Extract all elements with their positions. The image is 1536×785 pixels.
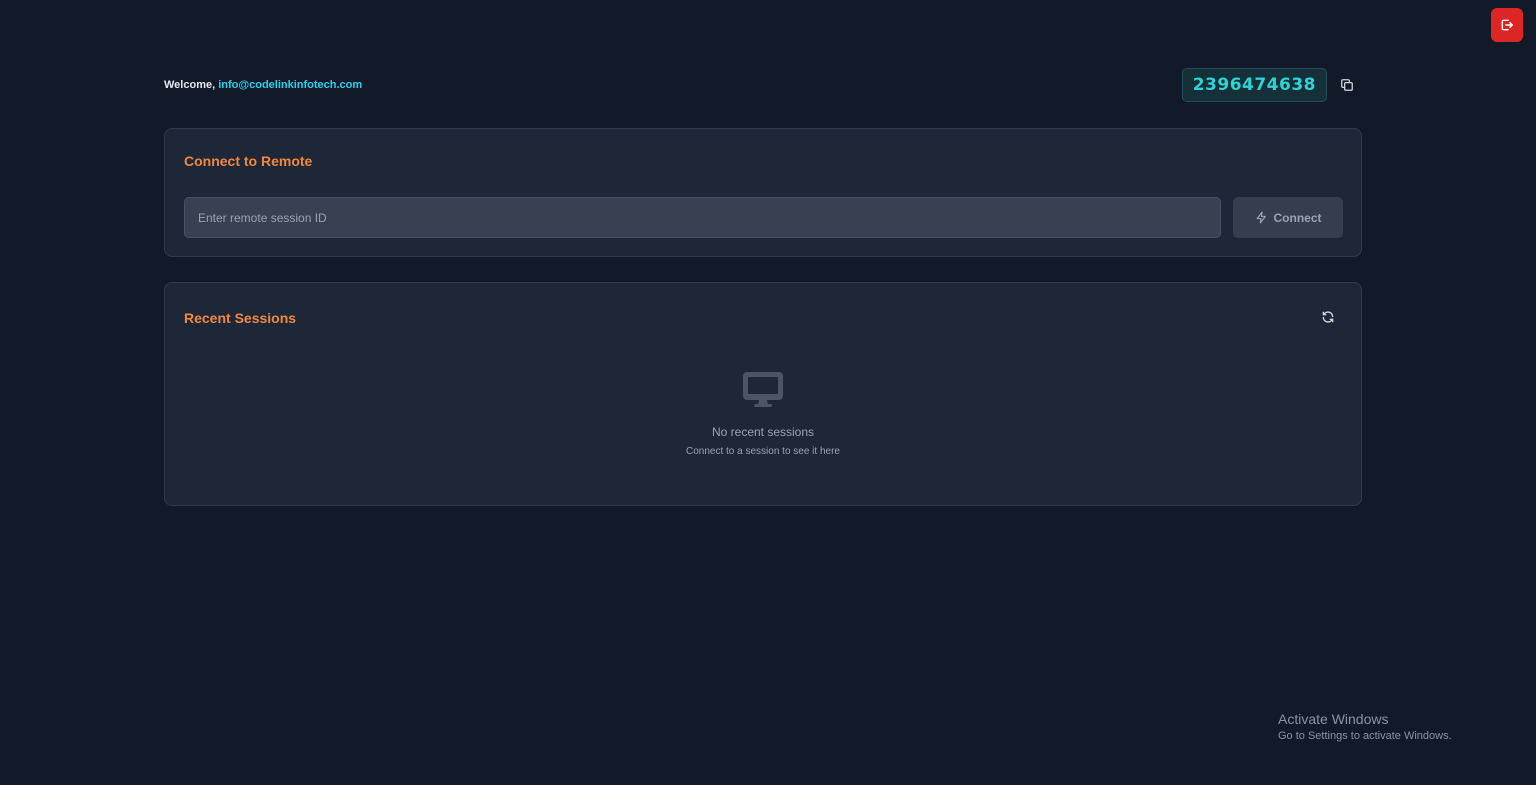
welcome-prefix: Welcome, <box>164 79 216 91</box>
copy-icon <box>1341 79 1353 91</box>
empty-state: No recent sessions Connect to a session … <box>165 371 1361 457</box>
connect-button[interactable]: Connect <box>1233 197 1343 238</box>
session-id-group: 2396474638 <box>1181 68 1362 102</box>
logout-button[interactable] <box>1491 8 1523 42</box>
monitor-icon <box>743 372 783 407</box>
copy-id-button[interactable] <box>1339 77 1355 93</box>
refresh-icon <box>1322 311 1334 323</box>
refresh-button[interactable] <box>1320 309 1336 325</box>
windows-activation-watermark: Activate Windows Go to Settings to activ… <box>1278 711 1452 742</box>
lightning-icon <box>1256 211 1266 224</box>
recent-sessions-card: Recent Sessions No recent sessions Conne… <box>164 282 1362 506</box>
recent-sessions-title: Recent Sessions <box>184 310 297 326</box>
connect-card: Connect to Remote Connect <box>164 128 1362 257</box>
empty-state-title: No recent sessions <box>711 425 815 439</box>
watermark-title: Activate Windows <box>1278 711 1389 727</box>
header: Welcome, info@codelinkinfotech.com 23964… <box>164 68 1362 102</box>
user-email: info@codelinkinfotech.com <box>218 79 363 91</box>
connect-card-title: Connect to Remote <box>184 153 313 169</box>
welcome-text: Welcome, info@codelinkinfotech.com <box>164 79 362 91</box>
empty-state-subtitle: Connect to a session to see it here <box>686 446 840 457</box>
watermark-subtitle: Go to Settings to activate Windows. <box>1278 730 1452 742</box>
session-id-input[interactable] <box>184 197 1221 238</box>
session-id-display: 2396474638 <box>1181 68 1327 102</box>
logout-icon <box>1501 19 1513 31</box>
connect-button-label: Connect <box>1273 210 1322 225</box>
